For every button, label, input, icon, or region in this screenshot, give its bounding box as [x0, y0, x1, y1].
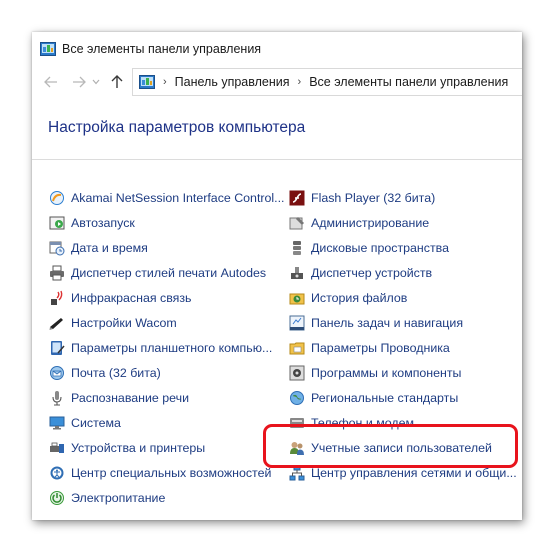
item-label: Система — [71, 415, 121, 430]
item-explorer-options[interactable]: Параметры Проводника — [289, 335, 522, 360]
item-label: Распознавание речи — [71, 390, 189, 405]
mail-icon — [50, 365, 64, 380]
divider — [32, 159, 522, 160]
item-power-options[interactable]: Электропитание — [49, 485, 285, 510]
item-label: Автозапуск — [71, 215, 135, 230]
item-label: Почта (32 бита) — [71, 365, 161, 380]
devices-printers-icon — [50, 442, 64, 453]
item-label: Региональные стандарты — [311, 390, 459, 405]
address-field[interactable]: › Панель управления › Все элементы панел… — [132, 68, 522, 96]
title-bar: Все элементы панели управления — [32, 32, 522, 66]
programs-icon — [289, 365, 305, 380]
autoplay-icon — [49, 216, 65, 229]
item-label: Akamai NetSession Interface Control... — [71, 190, 285, 205]
item-label: Программы и компоненты — [311, 365, 462, 380]
items-left-column: Akamai NetSession Interface Control... А… — [49, 185, 285, 510]
control-panel-icon — [139, 75, 155, 89]
breadcrumb-control-panel[interactable]: Панель управления — [175, 75, 290, 89]
microphone-icon — [52, 390, 62, 406]
item-programs-features[interactable]: Программы и компоненты — [289, 360, 522, 385]
storage-spaces-icon — [293, 240, 301, 255]
item-speech-recognition[interactable]: Распознавание речи — [49, 385, 285, 410]
item-system[interactable]: Система — [49, 410, 285, 435]
device-manager-icon — [291, 266, 303, 279]
arrow-left-icon — [44, 76, 57, 88]
item-flash-player[interactable]: Flash Player (32 бита) — [289, 185, 522, 210]
region-icon — [290, 390, 304, 405]
calendar-clock-icon — [49, 241, 65, 255]
accessibility-icon — [50, 466, 64, 479]
item-label: Диспетчер устройств — [311, 265, 433, 280]
akamai-icon — [50, 190, 64, 205]
item-devices-printers[interactable]: Устройства и принтеры — [49, 435, 285, 460]
item-akamai[interactable]: Akamai NetSession Interface Control... — [49, 185, 285, 210]
highlight-annotation — [263, 424, 518, 468]
item-device-manager[interactable]: Диспетчер устройств — [289, 260, 522, 285]
power-icon — [50, 490, 64, 505]
item-label: Дисковые пространства — [311, 240, 449, 255]
item-label: Центр специальных возможностей — [71, 465, 272, 480]
item-label: Панель задач и навигация — [311, 315, 464, 330]
item-label: Параметры планшетного компью... — [71, 340, 273, 355]
item-regional-settings[interactable]: Региональные стандарты — [289, 385, 522, 410]
monitor-icon — [49, 416, 65, 429]
item-infrared[interactable]: Инфракрасная связь — [49, 285, 285, 310]
item-label: Устройства и принтеры — [71, 440, 206, 455]
item-taskbar-navigation[interactable]: Панель задач и навигация — [289, 310, 522, 335]
item-label: Дата и время — [71, 240, 148, 255]
item-label: Flash Player (32 бита) — [311, 190, 436, 205]
item-label: Инфракрасная связь — [71, 290, 192, 305]
admin-tools-icon — [289, 216, 304, 229]
wacom-pen-icon — [49, 317, 63, 330]
item-ease-of-access[interactable]: Центр специальных возможностей — [49, 460, 285, 485]
page-title: Настройка параметров компьютера — [48, 119, 306, 136]
breadcrumb-separator-icon[interactable]: › — [298, 76, 302, 88]
item-label: Электропитание — [71, 490, 166, 505]
item-mail[interactable]: Почта (32 бита) — [49, 360, 285, 385]
item-date-time[interactable]: Дата и время — [49, 235, 285, 260]
back-button[interactable] — [40, 71, 62, 93]
chevron-down-icon — [92, 79, 100, 85]
infrared-icon — [51, 290, 63, 305]
item-administrative-tools[interactable]: Администрирование — [289, 210, 522, 235]
item-label: Настройки Wacom — [71, 315, 177, 330]
item-tablet-settings[interactable]: Параметры планшетного компью... — [49, 335, 285, 360]
up-button[interactable] — [106, 71, 128, 93]
control-panel-icon — [40, 42, 56, 56]
recent-locations-button[interactable] — [90, 71, 102, 93]
item-label: Администрирование — [311, 215, 430, 230]
item-label: История файлов — [311, 290, 408, 305]
arrow-up-icon — [111, 75, 123, 88]
item-label: Диспетчер стилей печати Autodes — [71, 265, 267, 280]
item-autoplay[interactable]: Автозапуск — [49, 210, 285, 235]
tablet-icon — [51, 340, 65, 355]
window-title: Все элементы панели управления — [62, 42, 262, 56]
printer-icon — [50, 265, 64, 280]
address-bar: › Панель управления › Все элементы панел… — [32, 68, 522, 96]
breadcrumb-separator-icon[interactable]: › — [163, 76, 167, 88]
item-label: Параметры Проводника — [311, 340, 450, 355]
folder-options-icon — [289, 342, 305, 354]
arrow-right-icon — [73, 76, 86, 88]
item-file-history[interactable]: История файлов — [289, 285, 522, 310]
file-history-icon — [289, 293, 305, 304]
flash-icon — [289, 190, 305, 205]
item-print-style-manager[interactable]: Диспетчер стилей печати Autodes — [49, 260, 285, 285]
item-wacom[interactable]: Настройки Wacom — [49, 310, 285, 335]
taskbar-icon — [289, 315, 305, 330]
item-storage-spaces[interactable]: Дисковые пространства — [289, 235, 522, 260]
forward-button[interactable] — [68, 71, 90, 93]
breadcrumb-all-items[interactable]: Все элементы панели управления — [309, 75, 508, 89]
